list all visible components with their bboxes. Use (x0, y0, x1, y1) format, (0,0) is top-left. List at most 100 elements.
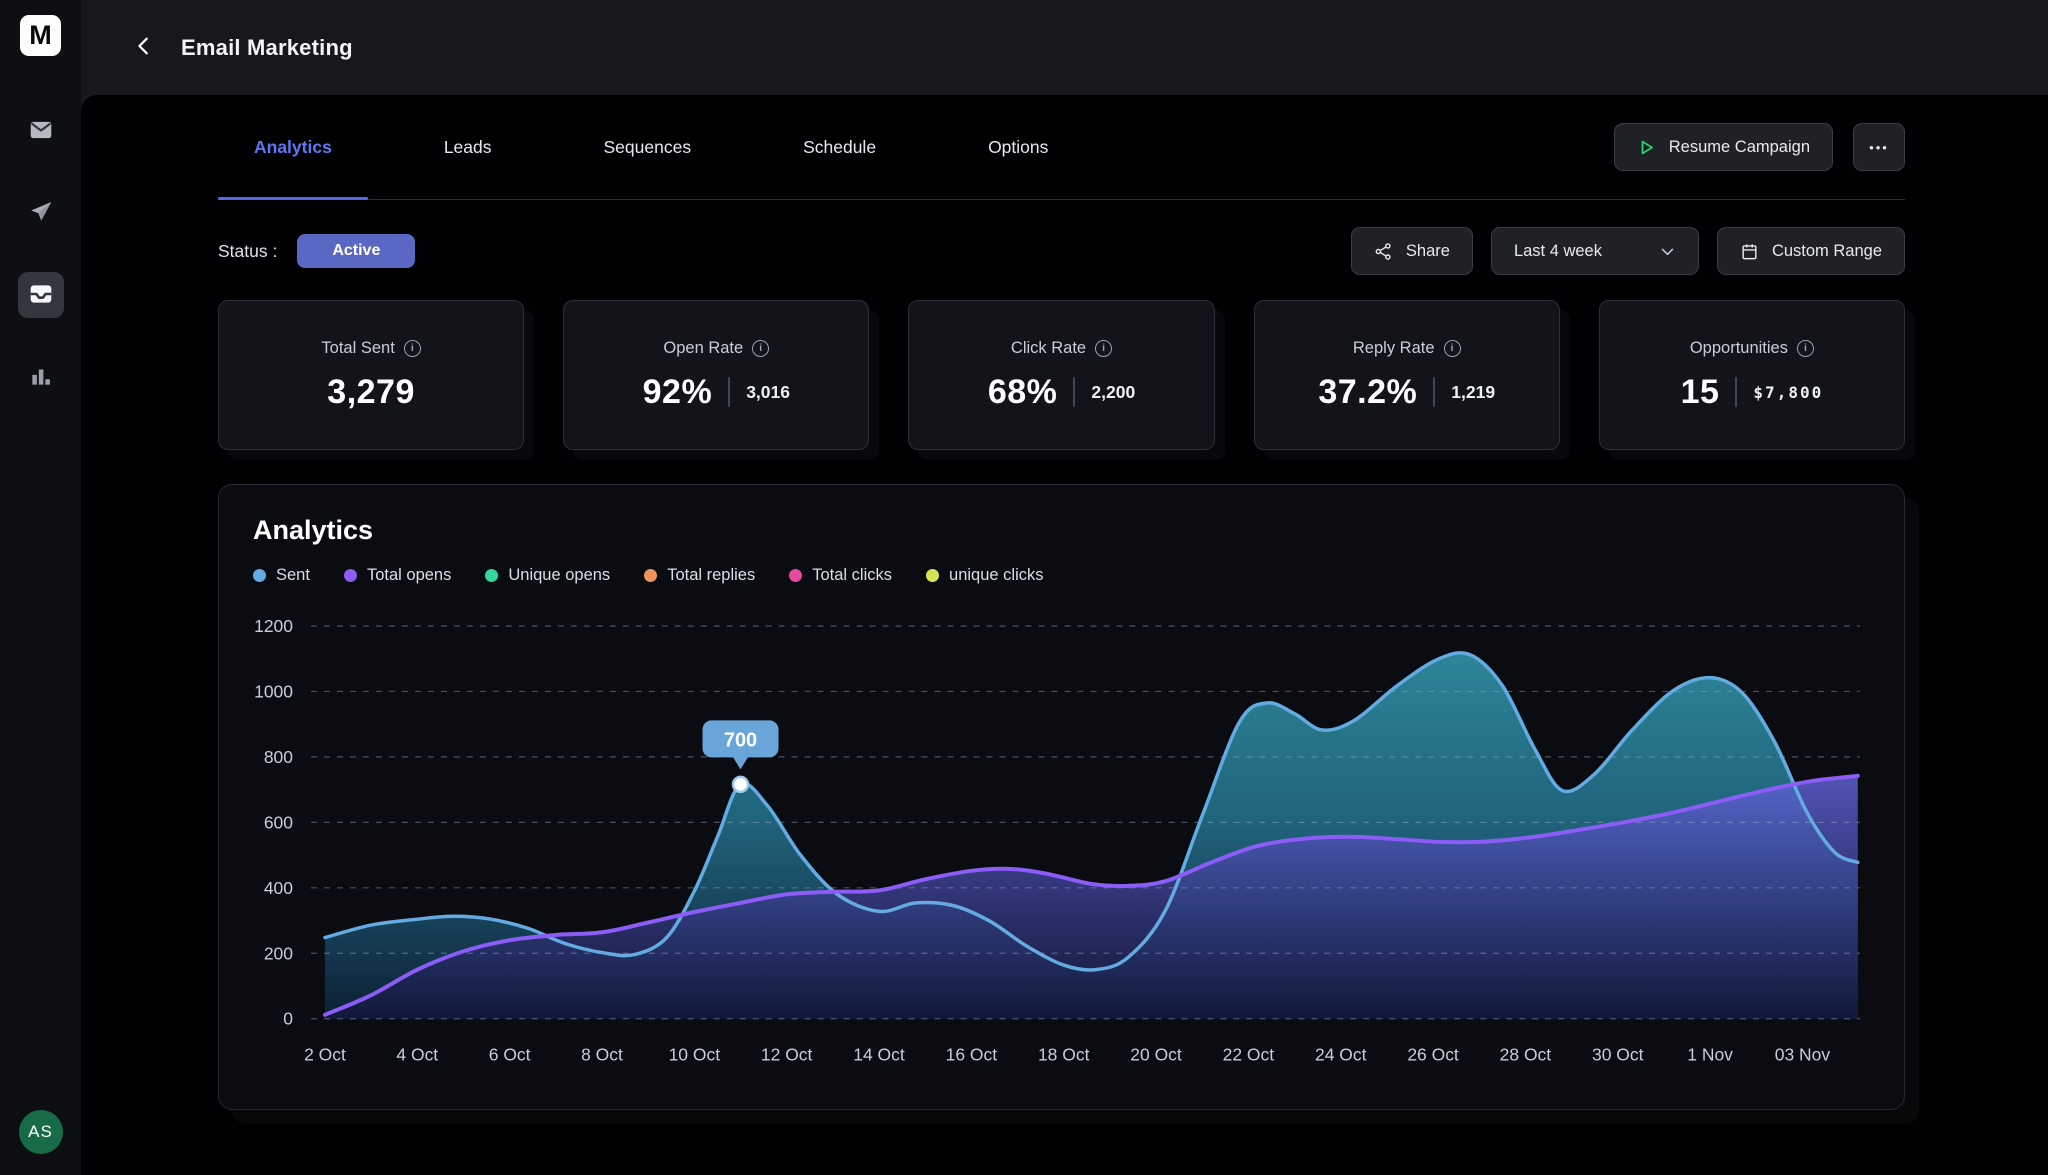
stat-card-value: 15 (1681, 373, 1720, 412)
x-axis-label: 4 Oct (396, 1045, 438, 1065)
legend-item-sent[interactable]: Sent (253, 566, 310, 585)
x-axis-label: 03 Nov (1775, 1045, 1831, 1065)
x-axis-label: 14 Oct (853, 1045, 905, 1065)
x-axis-label: 30 Oct (1592, 1045, 1644, 1065)
tab-sequences[interactable]: Sequences (568, 95, 728, 199)
info-icon[interactable]: i (404, 340, 421, 357)
legend-label: Sent (276, 566, 310, 585)
app-logo[interactable]: M (20, 15, 61, 56)
legend-item-total-clicks[interactable]: Total clicks (789, 566, 892, 585)
y-axis-label: 0 (283, 1009, 293, 1029)
status-row: Status : Active Share Last 4 week (218, 227, 1905, 275)
info-icon[interactable]: i (1095, 340, 1112, 357)
stats-cards-row: Total Senti3,279Open Ratei92%3,016Click … (218, 300, 1905, 450)
date-range-value: Last 4 week (1514, 242, 1602, 261)
tab-actions: Resume Campaign ••• (1614, 123, 1905, 171)
more-options-button[interactable]: ••• (1853, 123, 1905, 171)
x-axis-label: 10 Oct (669, 1045, 721, 1065)
stat-card-open-rate: Open Ratei92%3,016 (563, 300, 869, 450)
x-axis-label: 22 Oct (1223, 1045, 1275, 1065)
y-axis-label: 1200 (254, 616, 293, 636)
legend-label: Total replies (667, 566, 755, 585)
tab-leads[interactable]: Leads (408, 95, 528, 199)
ellipsis-icon: ••• (1869, 140, 1889, 155)
x-axis-label: 1 Nov (1687, 1045, 1733, 1065)
analytics-panel: Analytics Sent Total opens Unique opens Tot… (218, 484, 1905, 1110)
chart-title: Analytics (253, 515, 1874, 546)
stat-card-value: 68% (988, 373, 1058, 412)
analytics-chart: 0200400600800100012002 Oct4 Oct6 Oct8 Oc… (249, 595, 1874, 1095)
app-logo-letter: M (29, 20, 52, 51)
x-axis-label: 8 Oct (581, 1045, 623, 1065)
stat-card-value: 3,279 (327, 373, 415, 412)
stat-card-click-rate: Click Ratei68%2,200 (908, 300, 1214, 450)
custom-range-button[interactable]: Custom Range (1717, 227, 1905, 275)
tab-row: Analytics Leads Sequences Schedule Options R… (218, 95, 1905, 200)
info-icon[interactable]: i (1444, 340, 1461, 357)
share-icon (1374, 242, 1393, 261)
status-actions: Share Last 4 week Custom Range (1351, 227, 1905, 275)
legend-label: Unique opens (508, 566, 610, 585)
sidebar-item-inbox[interactable] (18, 272, 64, 318)
x-axis-label: 28 Oct (1500, 1045, 1552, 1065)
legend-item-total-opens[interactable]: Total opens (344, 566, 451, 585)
x-axis-label: 18 Oct (1038, 1045, 1090, 1065)
legend-item-unique-clicks[interactable]: unique clicks (926, 566, 1043, 585)
value-divider (728, 377, 730, 407)
sidebar-nav (18, 108, 64, 400)
sidebar-item-mail[interactable] (18, 108, 64, 154)
info-icon[interactable]: i (1797, 340, 1814, 357)
topbar: Email Marketing (81, 0, 2048, 95)
stat-card-title: Opportunities (1690, 339, 1788, 358)
status-label: Status : (218, 241, 277, 262)
x-axis-label: 12 Oct (761, 1045, 813, 1065)
legend-item-total-replies[interactable]: Total replies (644, 566, 755, 585)
tab-analytics[interactable]: Analytics (218, 95, 368, 199)
x-axis-label: 6 Oct (489, 1045, 531, 1065)
chart-marker-dot (733, 777, 748, 792)
tab-schedule[interactable]: Schedule (767, 95, 912, 199)
stat-card-subvalue: 2,200 (1091, 382, 1135, 403)
x-axis-label: 24 Oct (1315, 1045, 1367, 1065)
info-icon[interactable]: i (752, 340, 769, 357)
stat-card-opportunities: Opportunitiesi15$7,800 (1599, 300, 1905, 450)
legend-dot-icon (789, 569, 802, 582)
share-label: Share (1406, 242, 1450, 261)
stat-card-reply-rate: Reply Ratei37.2%1,219 (1254, 300, 1560, 450)
legend-dot-icon (253, 569, 266, 582)
stat-card-title: Reply Rate (1353, 339, 1435, 358)
x-axis-label: 20 Oct (1130, 1045, 1182, 1065)
tooltip-pointer (733, 756, 749, 769)
tab-options[interactable]: Options (952, 95, 1084, 199)
sidebar: M AS (0, 0, 81, 1175)
tooltip-value: 700 (724, 729, 757, 751)
y-axis-label: 400 (264, 878, 293, 898)
chart-legend: Sent Total opens Unique opens Total replies… (253, 566, 1874, 585)
sidebar-item-send[interactable] (18, 190, 64, 236)
legend-label: Total opens (367, 566, 451, 585)
share-button[interactable]: Share (1351, 227, 1473, 275)
status-badge: Active (297, 234, 415, 268)
stat-card-value: 92% (643, 373, 713, 412)
back-button[interactable] (133, 35, 155, 60)
x-axis-label: 26 Oct (1407, 1045, 1459, 1065)
value-divider (1433, 377, 1435, 407)
mail-icon (28, 117, 54, 146)
page-title: Email Marketing (181, 35, 353, 61)
bar-chart-icon (28, 363, 54, 392)
legend-label: unique clicks (949, 566, 1043, 585)
stat-card-title: Total Sent (321, 339, 394, 358)
resume-campaign-button[interactable]: Resume Campaign (1614, 123, 1833, 171)
y-axis-label: 1000 (254, 681, 293, 701)
stat-card-total-sent: Total Sent i 3,279 (218, 300, 524, 450)
legend-label: Total clicks (812, 566, 892, 585)
avatar[interactable]: AS (19, 1110, 63, 1154)
value-divider (1735, 377, 1737, 407)
date-range-dropdown[interactable]: Last 4 week (1491, 227, 1699, 275)
x-axis-label: 16 Oct (946, 1045, 998, 1065)
y-axis-label: 600 (264, 812, 293, 832)
legend-item-unique-opens[interactable]: Unique opens (485, 566, 610, 585)
stat-card-subvalue: 3,016 (746, 382, 790, 403)
calendar-icon (1740, 242, 1759, 261)
sidebar-item-analytics[interactable] (18, 354, 64, 400)
